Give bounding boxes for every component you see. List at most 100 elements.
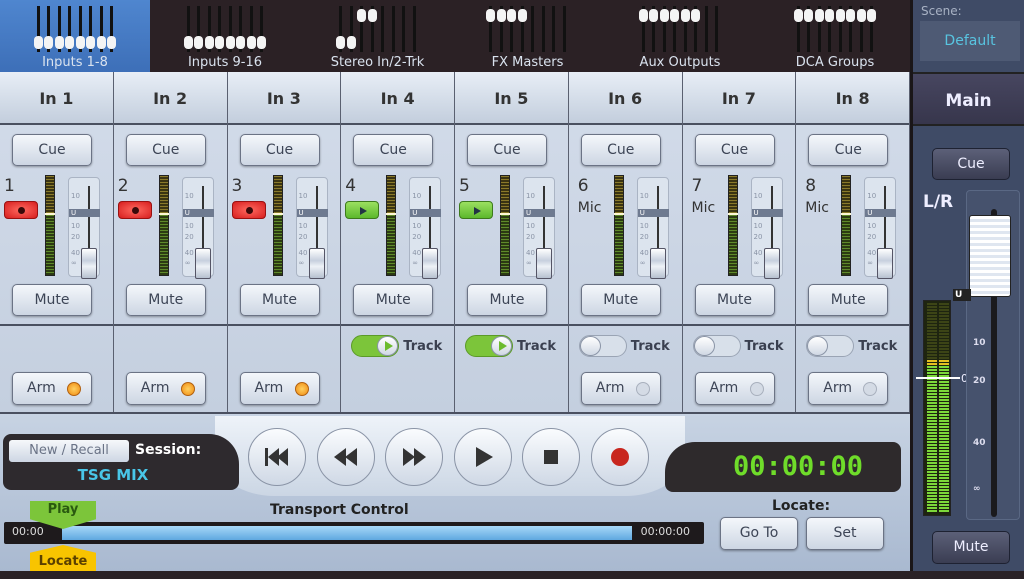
- track-toggle[interactable]: [351, 335, 400, 357]
- record-mode-icon[interactable]: [117, 201, 152, 219]
- channel-name[interactable]: In 2: [113, 72, 227, 125]
- timeline-scrubber[interactable]: 00:00 00:00:00: [4, 522, 704, 544]
- arm-indicator-icon: [863, 382, 878, 396]
- track-toggle[interactable]: [806, 335, 855, 357]
- play-button[interactable]: [453, 428, 512, 486]
- channel-name[interactable]: In 8: [796, 72, 909, 125]
- arm-button[interactable]: Arm: [580, 372, 661, 405]
- fast-forward-icon: [403, 448, 426, 466]
- arm-button[interactable]: Arm: [694, 372, 775, 405]
- track-toggle[interactable]: [692, 335, 741, 357]
- channel-fader[interactable]: 10 U 10 20 40 ∞: [636, 177, 669, 280]
- mute-button[interactable]: Mute: [353, 284, 434, 316]
- scene-selector[interactable]: Default: [920, 21, 1020, 61]
- track-toggle[interactable]: [578, 335, 627, 357]
- stop-button[interactable]: [522, 428, 580, 486]
- mute-button[interactable]: Mute: [239, 284, 320, 316]
- cue-button[interactable]: Cue: [467, 134, 547, 166]
- channel-fader[interactable]: 10 U 10 20 40 ∞: [750, 177, 783, 280]
- locate-marker[interactable]: Locate: [30, 545, 96, 571]
- tab-inputs-1-8[interactable]: Inputs 1-8: [0, 0, 150, 72]
- channel-name[interactable]: In 7: [682, 72, 796, 125]
- channel-name[interactable]: In 5: [455, 72, 568, 125]
- channel-fader[interactable]: 10 U 10 20 40 ∞: [409, 177, 442, 280]
- session-label: Session:: [135, 442, 202, 458]
- mute-button[interactable]: Mute: [467, 284, 547, 316]
- channel-fader[interactable]: 10 U 10 20 40 ∞: [295, 177, 328, 280]
- playback-mode-icon[interactable]: [459, 201, 493, 219]
- record-mode-icon[interactable]: [231, 201, 266, 219]
- cue-button[interactable]: Cue: [239, 134, 320, 166]
- fader-knob[interactable]: [536, 248, 552, 280]
- tab-inputs-9-16[interactable]: Inputs 9-16: [150, 0, 300, 72]
- arm-button[interactable]: Arm: [808, 372, 889, 405]
- channel-strip: In 4 Cue 4 10 U 10 20 40 ∞ Mute Track: [341, 72, 455, 412]
- scale-label: 10: [412, 192, 422, 200]
- cue-button[interactable]: Cue: [694, 134, 775, 166]
- goto-button[interactable]: Go To: [720, 517, 798, 550]
- channel-fader[interactable]: 10 U 10 20 40 ∞: [523, 177, 555, 280]
- new-recall-button[interactable]: New / Recall: [9, 440, 129, 462]
- cue-button[interactable]: Cue: [580, 134, 661, 166]
- fader-glyph: [846, 6, 856, 52]
- mute-button[interactable]: Mute: [125, 284, 206, 316]
- cue-button[interactable]: Cue: [12, 134, 92, 166]
- meter-zero-line: [916, 377, 960, 379]
- channel-fader[interactable]: 10 U 10 20 40 ∞: [864, 177, 897, 280]
- return-to-zero-button[interactable]: [248, 428, 306, 486]
- set-locate-button[interactable]: Set: [806, 517, 884, 550]
- channel-name[interactable]: In 3: [227, 72, 341, 125]
- fader-glyph: [336, 6, 346, 52]
- mute-button[interactable]: Mute: [580, 284, 661, 316]
- fader-knob[interactable]: [649, 248, 666, 280]
- level-meter: [613, 175, 624, 276]
- mute-button[interactable]: Mute: [694, 284, 775, 316]
- tab-aux-outputs[interactable]: Aux Outputs: [600, 0, 760, 72]
- main-cue-button[interactable]: Cue: [932, 148, 1010, 180]
- channel-strip: In 3 Cue 3 10 U 10 20 40 ∞ Mute Arm: [227, 72, 342, 412]
- fader-knob[interactable]: [422, 248, 439, 280]
- mute-button[interactable]: Mute: [808, 284, 889, 316]
- fader-knob[interactable]: [81, 248, 97, 280]
- channel-number: 4: [345, 176, 357, 196]
- fader-glyph: [659, 6, 669, 52]
- fader-knob[interactable]: [308, 248, 325, 280]
- faders-icon: [455, 6, 600, 54]
- channel-name[interactable]: In 4: [341, 72, 454, 125]
- cue-button[interactable]: Cue: [808, 134, 889, 166]
- main-header[interactable]: Main: [913, 72, 1024, 126]
- channel-number: 6: [577, 176, 589, 196]
- mute-button[interactable]: Mute: [12, 284, 92, 316]
- tab-stereo-in-2-trk[interactable]: Stereo In/2-Trk: [300, 0, 455, 72]
- record-button[interactable]: [590, 428, 649, 486]
- record-mode-icon[interactable]: [4, 201, 38, 219]
- fader-knob[interactable]: [763, 248, 780, 280]
- playback-mode-icon[interactable]: [345, 201, 380, 219]
- tab-dca-groups[interactable]: DCA Groups: [760, 0, 910, 72]
- timeline-end: 00:00:00: [640, 525, 690, 538]
- cue-button[interactable]: Cue: [125, 134, 206, 166]
- main-fader-knob[interactable]: [969, 215, 1011, 297]
- arm-button[interactable]: Arm: [239, 372, 320, 405]
- arm-label: Arm: [140, 380, 170, 396]
- channel-number: 8: [805, 176, 817, 196]
- channel-name[interactable]: In 1: [0, 72, 113, 125]
- input-source: Mic: [691, 200, 716, 216]
- channel-fader[interactable]: 10 U 10 20 40 ∞: [181, 177, 214, 280]
- fast-forward-button[interactable]: [385, 428, 443, 486]
- arm-button[interactable]: Arm: [12, 372, 92, 405]
- fader-knob[interactable]: [194, 248, 211, 280]
- toggle-thumb: [807, 336, 829, 356]
- tab-fx-masters[interactable]: FX Masters: [455, 0, 600, 72]
- channel-fader[interactable]: 10 U 10 20 40 ∞: [68, 177, 100, 280]
- track-toggle[interactable]: [465, 335, 513, 357]
- channel-name[interactable]: In 6: [568, 72, 682, 125]
- fader-knob[interactable]: [877, 248, 894, 280]
- rewind-button[interactable]: [316, 428, 375, 486]
- channel-strip: In 7 Cue 7 Mic 10 U 10 20 40 ∞ Mute Track…: [682, 72, 797, 412]
- bus-label: L/R: [923, 192, 954, 212]
- main-mute-button[interactable]: Mute: [932, 531, 1010, 564]
- scale-label: ∞: [412, 259, 419, 267]
- arm-button[interactable]: Arm: [125, 372, 206, 405]
- cue-button[interactable]: Cue: [353, 134, 434, 166]
